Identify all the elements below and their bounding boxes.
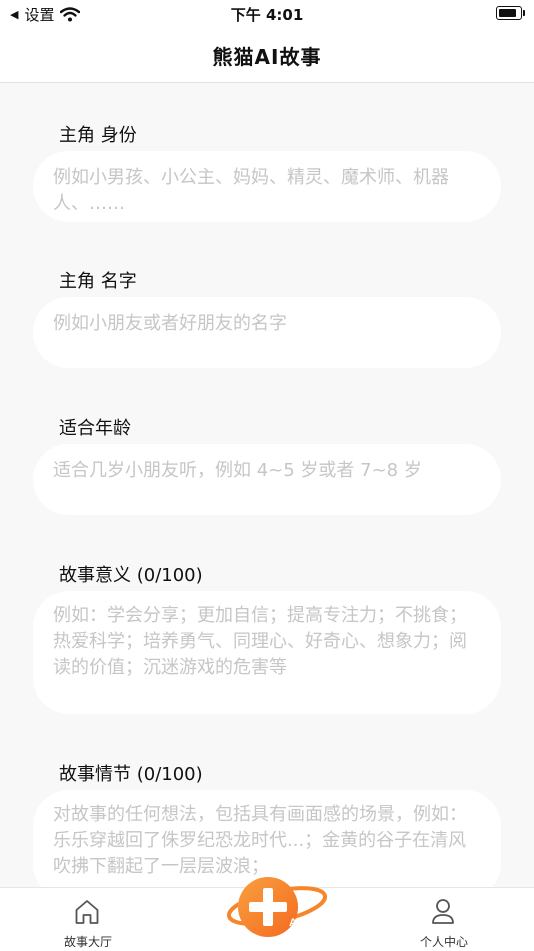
tab-profile[interactable]: 个人中心: [384, 888, 504, 951]
role-identity-label: 主角 身份: [59, 125, 137, 146]
home-icon: [75, 900, 99, 924]
battery-icon: [496, 6, 525, 20]
story-meaning-label: 故事意义 (0/100): [59, 565, 203, 586]
tab-story-hall-label: 故事大厅: [63, 935, 112, 949]
tab-story-hall[interactable]: 故事大厅: [28, 888, 148, 951]
create-story-button[interactable]: AI: [222, 868, 332, 950]
page-title: 熊猫AI故事: [212, 44, 322, 69]
ai-badge-text: AI: [289, 917, 300, 929]
story-plot-label: 故事情节 (0/100): [59, 764, 203, 785]
status-time: 下午 4:01: [230, 6, 304, 24]
role-name-label: 主角 名字: [59, 271, 137, 292]
age-input[interactable]: 适合几岁小朋友听，例如 4~5 岁或者 7~8 岁: [33, 444, 501, 515]
person-icon: [432, 899, 454, 924]
age-label: 适合年龄: [59, 418, 131, 439]
story-meaning-input[interactable]: 例如：学会分享；更加自信；提高专注力；不挑食；热爱科学；培养勇气、同理心、好奇心…: [33, 591, 501, 714]
status-bar: ◀ 设置 下午 4:01: [0, 0, 534, 28]
role-name-input[interactable]: 例如小朋友或者好朋友的名字: [33, 297, 501, 368]
tab-profile-label: 个人中心: [419, 935, 468, 949]
role-identity-input[interactable]: 例如小男孩、小公主、妈妈、精灵、魔术师、机器人、……: [33, 151, 501, 222]
nav-bar: 熊猫AI故事: [0, 28, 534, 83]
story-form: 主角 身份 例如小男孩、小公主、妈妈、精灵、魔术师、机器人、…… 主角 名字 例…: [0, 83, 534, 887]
